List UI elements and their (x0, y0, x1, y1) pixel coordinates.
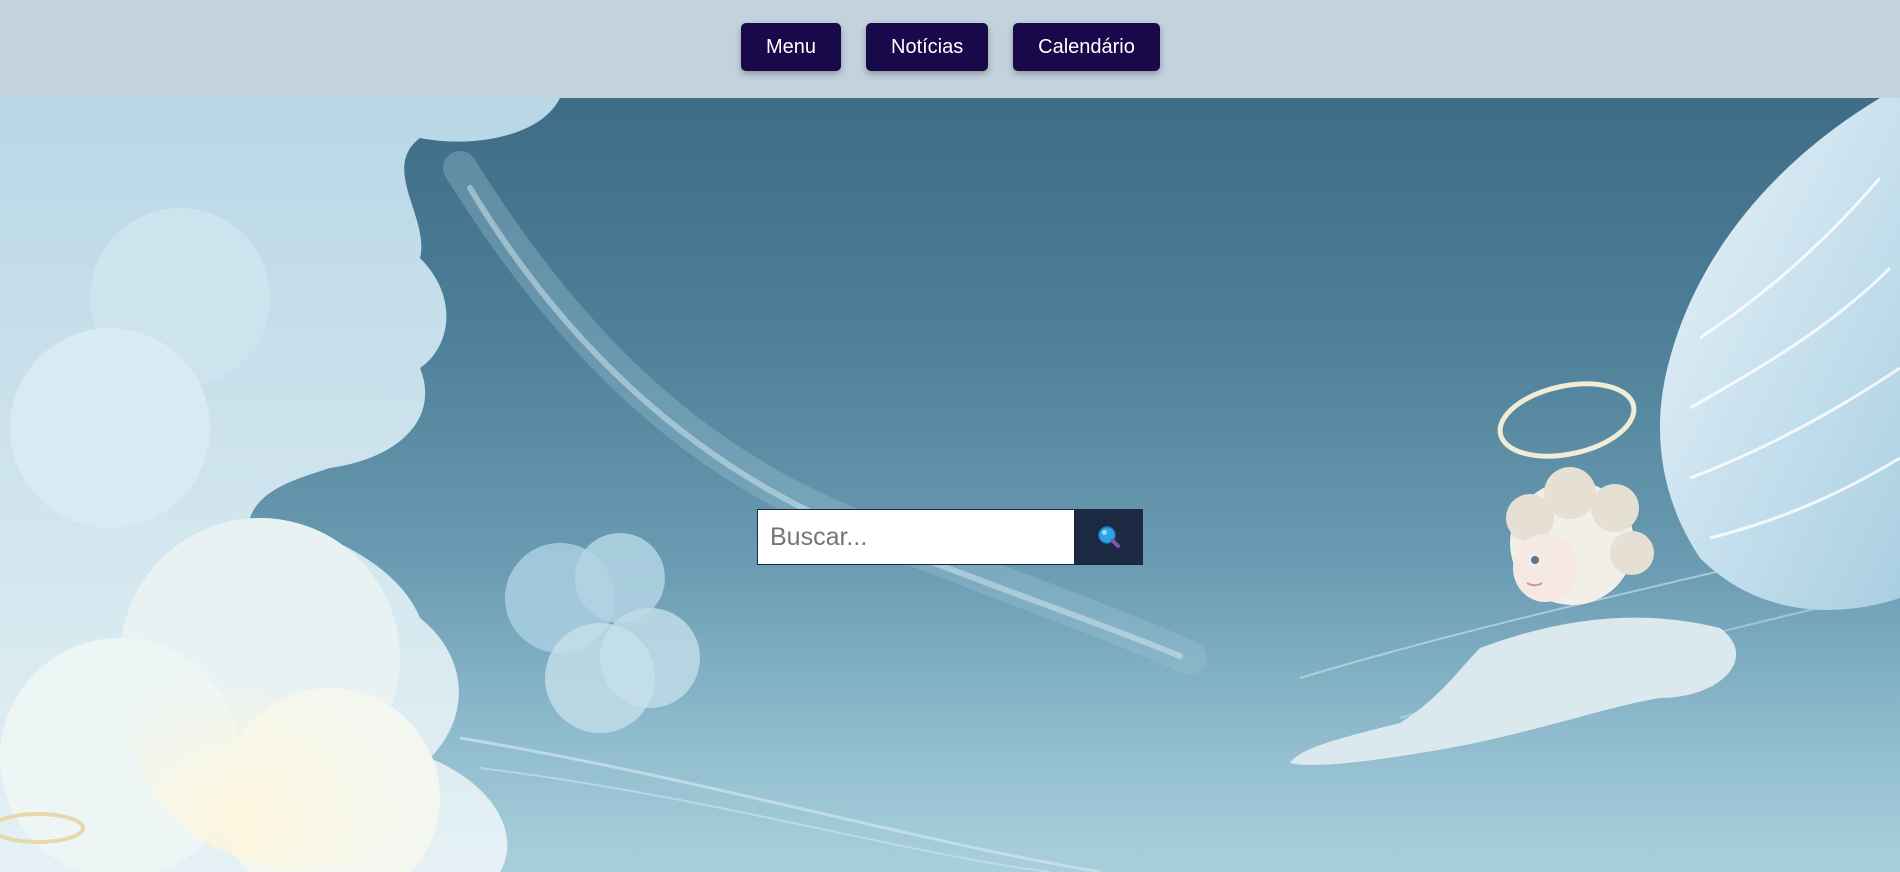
search-input[interactable] (757, 509, 1074, 565)
menu-button[interactable]: Menu (741, 23, 841, 71)
calendario-button[interactable]: Calendário (1013, 23, 1160, 71)
search-button[interactable] (1074, 509, 1143, 565)
angel-figure (1290, 98, 1900, 765)
sky-angel-illustration (0, 98, 1900, 872)
top-navigation-bar: Menu Notícias Calendário (0, 0, 1900, 98)
magnifier-icon (1097, 526, 1120, 548)
page: Menu Notícias Calendário (0, 0, 1900, 872)
cloud-center (505, 533, 700, 733)
hero-background (0, 98, 1900, 872)
noticias-button[interactable]: Notícias (866, 23, 988, 71)
search-bar (757, 509, 1143, 565)
